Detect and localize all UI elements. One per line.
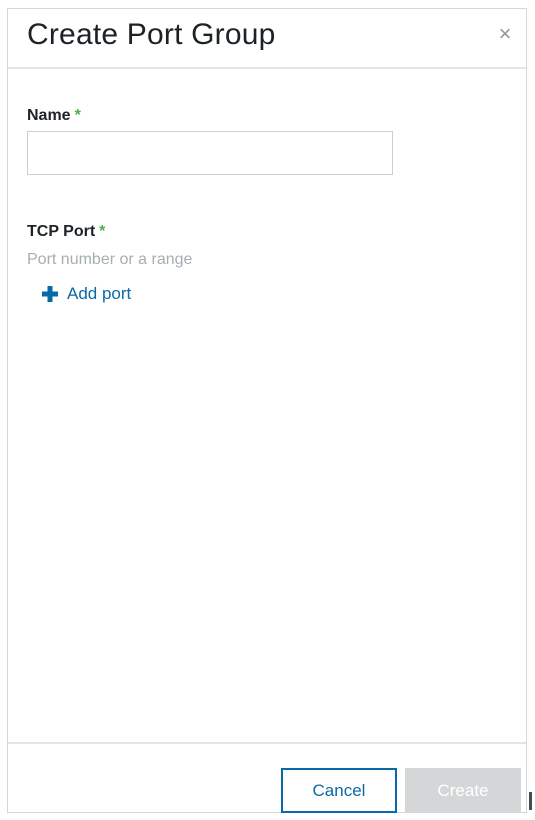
- add-port-button[interactable]: Add port: [42, 284, 131, 304]
- tcp-port-label-text: TCP Port: [27, 223, 96, 240]
- name-required-mark: *: [74, 107, 81, 124]
- add-port-label: Add port: [67, 284, 132, 303]
- create-button[interactable]: Create: [405, 768, 521, 813]
- cancel-button[interactable]: Cancel: [281, 768, 397, 813]
- name-input[interactable]: [27, 131, 393, 175]
- name-label-text: Name: [27, 107, 71, 124]
- dialog-footer: Cancel Create: [8, 742, 526, 816]
- tcp-port-hint: Port number or a range: [27, 251, 193, 268]
- tcp-port-label: TCP Port *: [27, 223, 105, 241]
- window-edge-marker: [529, 792, 532, 810]
- close-icon[interactable]: ×: [494, 23, 516, 45]
- create-port-group-dialog: Create Port Group × Name * TCP Port * Port…: [7, 8, 527, 813]
- plus-icon: [42, 286, 58, 302]
- name-label: Name *: [27, 107, 81, 125]
- dialog-header: Create Port Group ×: [8, 9, 526, 69]
- dialog-title: Create Port Group: [27, 18, 276, 51]
- tcp-port-required-mark: *: [99, 223, 106, 240]
